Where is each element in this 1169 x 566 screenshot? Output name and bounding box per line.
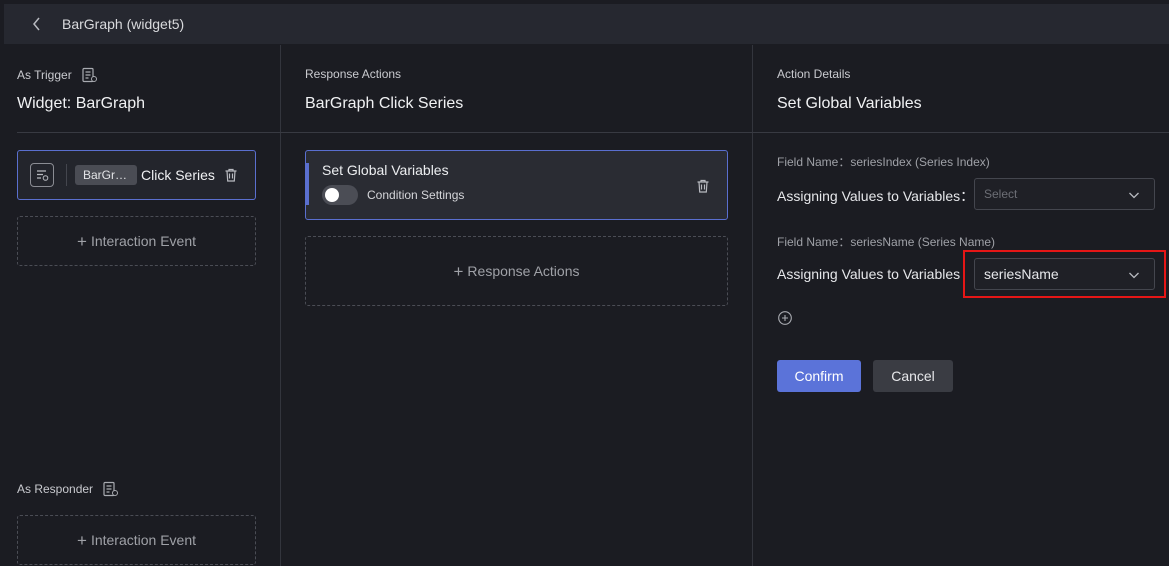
trigger-widget-title: Widget: BarGraph — [17, 95, 146, 112]
response-actions-label: Response Actions — [305, 67, 402, 81]
response-divider — [281, 132, 753, 133]
series-index-select[interactable]: Select — [974, 178, 1155, 210]
assign-label-series-index: Assigning Values to Variables： — [777, 188, 975, 204]
plus-icon: + — [453, 261, 464, 281]
action-title: Set Global Variables — [322, 162, 449, 178]
action-card-accent — [306, 163, 309, 205]
as-responder-text: As Responder — [17, 482, 94, 496]
document-help-icon[interactable] — [81, 67, 97, 83]
action-details-title: Set Global Variables — [777, 95, 922, 112]
page-title: BarGraph (widget5) — [62, 16, 185, 32]
widget-tag: BarGraph — [75, 165, 137, 185]
add-responder-event-button[interactable]: + Interaction Event — [17, 515, 256, 565]
add-field-icon[interactable] — [777, 310, 793, 326]
as-trigger-label: As Trigger — [17, 67, 97, 83]
add-response-action-label: Response Actions — [467, 263, 580, 279]
response-actions-panel: Response Actions BarGraph Click Series S… — [281, 45, 753, 566]
plus-icon: + — [77, 231, 87, 251]
condition-toggle[interactable] — [322, 185, 358, 205]
delete-action-icon[interactable] — [695, 178, 711, 194]
details-divider — [753, 132, 1169, 133]
field-name-series-index: Field Name：seriesIndex (Series Index) — [777, 155, 990, 169]
add-response-action-button[interactable]: + Response Actions — [305, 236, 728, 306]
delete-trigger-icon[interactable] — [223, 167, 239, 183]
add-trigger-event-button[interactable]: + Interaction Event — [17, 216, 256, 266]
trigger-event-card[interactable]: BarGraph Click Series — [17, 150, 256, 200]
action-details-panel: Action Details Set Global Variables Fiel… — [753, 45, 1169, 566]
document-help-icon[interactable] — [102, 481, 119, 497]
add-trigger-event-label: Interaction Event — [90, 233, 196, 249]
cancel-button[interactable]: Cancel — [873, 360, 953, 392]
confirm-button[interactable]: Confirm — [777, 360, 861, 392]
as-responder-label: As Responder — [17, 481, 119, 497]
event-type-icon — [30, 163, 54, 187]
trigger-event-label: Click Series — [141, 167, 215, 183]
trigger-panel: As Trigger Widget: BarGraph BarGraph Cli… — [0, 45, 281, 566]
highlight-box — [963, 250, 1166, 298]
card-separator — [66, 164, 67, 186]
as-trigger-text: As Trigger — [17, 68, 72, 82]
condition-settings-label: Condition Settings — [367, 188, 465, 202]
chevron-down-icon — [1128, 189, 1140, 201]
toggle-knob — [325, 188, 339, 202]
series-index-placeholder: Select — [984, 187, 1018, 201]
header-bar: BarGraph (widget5) — [4, 4, 1169, 44]
assign-label-series-name: Assigning Values to Variables — [777, 266, 961, 282]
plus-icon: + — [77, 530, 87, 550]
response-title: BarGraph Click Series — [305, 95, 464, 112]
add-responder-event-label: Interaction Event — [90, 532, 196, 548]
back-icon[interactable] — [30, 17, 44, 31]
field-name-series-name: Field Name：seriesName (Series Name) — [777, 235, 996, 249]
trigger-divider — [17, 132, 281, 133]
action-details-label: Action Details — [777, 67, 851, 81]
action-card[interactable]: Set Global Variables Condition Settings — [305, 150, 728, 220]
